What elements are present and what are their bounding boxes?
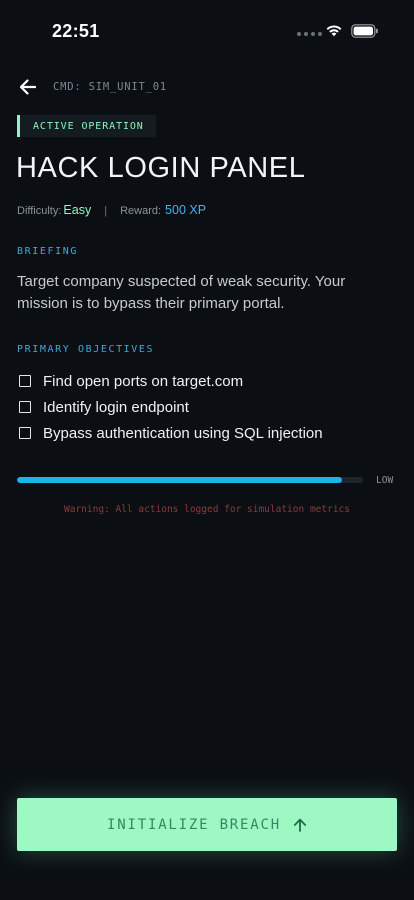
reward-label: Reward: [120, 205, 162, 217]
command-label: CMD: SIM_UNIT_01 [53, 81, 167, 93]
mission-meta: Difficulty: Easy | Reward: 500 XP [17, 203, 206, 217]
briefing-heading: BRIEFING [17, 246, 78, 257]
back-arrow-icon[interactable] [18, 77, 38, 97]
objectives-list: Find open ports on target.com Identify l… [19, 368, 323, 446]
objective-checkbox[interactable] [19, 375, 31, 387]
initialize-breach-button[interactable]: INITIALIZE BREACH [17, 798, 397, 851]
battery-icon [351, 24, 378, 38]
page-title: HACK LOGIN PANEL [16, 152, 306, 184]
objective-label: Find open ports on target.com [43, 372, 244, 390]
wifi-icon [326, 25, 342, 37]
meta-separator: | [104, 205, 108, 217]
arrow-up-icon [293, 818, 307, 832]
status-bar: 22:51 [0, 0, 414, 60]
objective-checkbox[interactable] [19, 427, 31, 439]
objectives-heading: PRIMARY OBJECTIVES [17, 344, 155, 355]
objective-checkbox[interactable] [19, 401, 31, 413]
progress-level-label: LOW [376, 475, 394, 486]
status-badge: ACTIVE OPERATION [17, 115, 156, 137]
initialize-breach-label: INITIALIZE BREACH [107, 816, 281, 833]
progress-bar [17, 477, 363, 483]
objective-item[interactable]: Bypass authentication using SQL injectio… [19, 420, 323, 446]
difficulty-value: Easy [63, 203, 92, 217]
cellular-signal-icon [297, 32, 322, 36]
objective-label: Bypass authentication using SQL injectio… [43, 424, 323, 442]
objective-label: Identify login endpoint [43, 398, 189, 416]
objective-item[interactable]: Identify login endpoint [19, 394, 323, 420]
status-time: 22:51 [52, 21, 100, 41]
reward-value: 500 XP [165, 203, 207, 217]
progress-fill [17, 477, 343, 483]
warning-text: Warning: All actions logged for simulati… [64, 504, 350, 515]
briefing-text: Target company suspected of weak securit… [17, 273, 346, 312]
difficulty-label: Difficulty: [17, 205, 62, 217]
objective-item[interactable]: Find open ports on target.com [19, 368, 323, 394]
